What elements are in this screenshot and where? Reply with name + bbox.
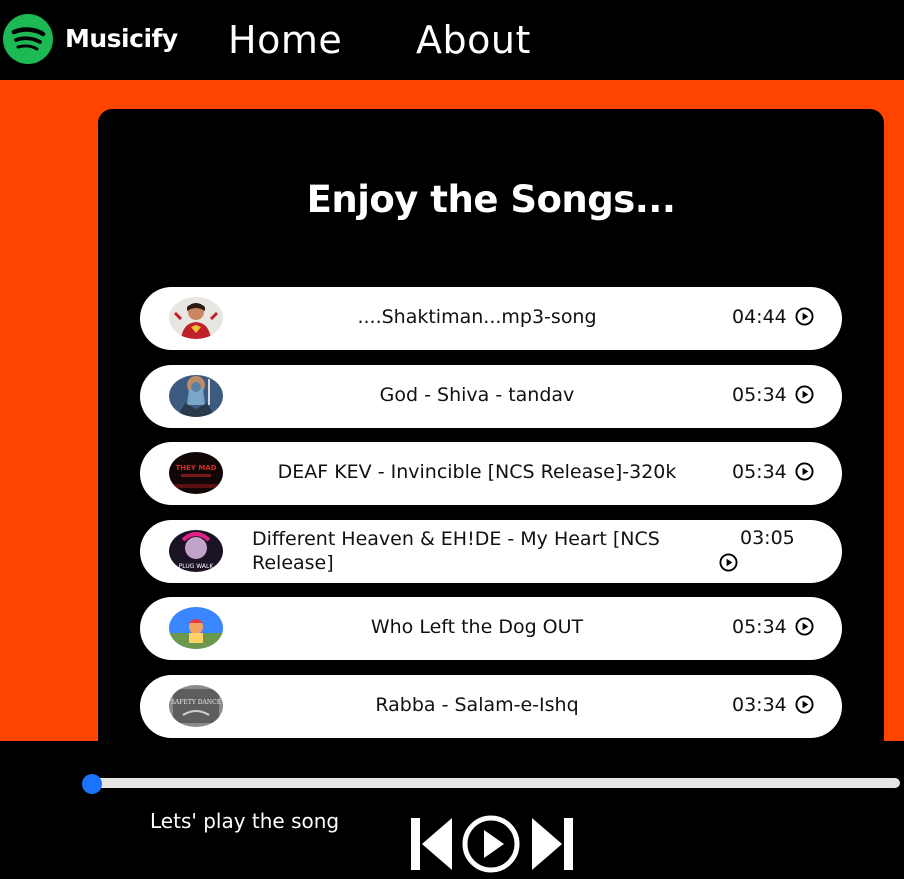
- song-cover-image: [169, 607, 223, 649]
- song-title: Rabba - Salam-e-Ishq: [375, 694, 579, 716]
- progress-bar[interactable]: [84, 778, 900, 788]
- song-duration: 05:34: [732, 616, 818, 638]
- next-icon[interactable]: [530, 815, 576, 873]
- playback-controls: [408, 815, 574, 873]
- song-title: ....Shaktiman...mp3-song: [357, 306, 597, 328]
- song-cover-image: THEY MAD: [169, 452, 223, 494]
- song-duration-text: 04:44: [732, 306, 787, 328]
- play-circle-icon[interactable]: [719, 553, 738, 572]
- song-duration: 03:05: [719, 527, 826, 572]
- play-circle-icon[interactable]: [795, 695, 814, 714]
- previous-icon[interactable]: [408, 815, 454, 873]
- song-duration: 04:44: [732, 306, 818, 328]
- song-title: Different Heaven & EH!DE - My Heart [NCS…: [252, 528, 660, 574]
- svg-text:PLUG WALK: PLUG WALK: [179, 563, 215, 570]
- page-heading-text: Enjoy the Songs...: [306, 178, 676, 221]
- song-cover-image: [169, 297, 223, 339]
- song-item[interactable]: God - Shiva - tandav 05:34: [140, 365, 842, 428]
- song-title: God - Shiva - tandav: [379, 384, 575, 406]
- song-duration: 03:34: [732, 694, 818, 716]
- song-cover-image: PLUG WALK: [169, 530, 223, 572]
- song-duration: 05:34: [732, 384, 818, 406]
- song-duration: 05:34: [732, 461, 818, 483]
- song-cover-image: [169, 375, 223, 417]
- song-title: Who Left the Dog OUT: [370, 616, 584, 638]
- now-playing-text: Lets' play the song: [150, 809, 340, 833]
- nav-home-link[interactable]: Home: [228, 18, 342, 62]
- spotify-logo-icon[interactable]: [3, 14, 53, 64]
- play-icon[interactable]: [462, 815, 520, 873]
- page-heading: Enjoy the Songs...: [98, 178, 884, 221]
- song-item[interactable]: ....Shaktiman...mp3-song 04:44: [140, 287, 842, 350]
- brand-name[interactable]: Musicify: [65, 24, 178, 53]
- play-circle-icon[interactable]: [795, 462, 814, 481]
- song-item[interactable]: SAFETY DANCE Rabba - Salam-e-Ishq 03:34: [140, 675, 842, 738]
- song-duration-text: 03:05: [740, 527, 795, 549]
- player-bar: Lets' play the song: [0, 741, 904, 879]
- top-navbar: Musicify Home About: [0, 0, 904, 80]
- progress-slider-thumb[interactable]: [82, 774, 102, 794]
- song-duration-text: 05:34: [732, 384, 787, 406]
- song-duration-text: 05:34: [732, 461, 787, 483]
- song-item[interactable]: Who Left the Dog OUT 05:34: [140, 597, 842, 660]
- song-title: DEAF KEV - Invincible [NCS Release]-320k: [277, 461, 677, 483]
- play-circle-icon[interactable]: [795, 617, 814, 636]
- play-circle-icon[interactable]: [795, 307, 814, 326]
- play-circle-icon[interactable]: [795, 385, 814, 404]
- song-cover-image: SAFETY DANCE: [169, 685, 223, 727]
- svg-text:SAFETY DANCE: SAFETY DANCE: [171, 699, 221, 706]
- svg-text:THEY MAD: THEY MAD: [175, 464, 216, 472]
- song-item[interactable]: PLUG WALK Different Heaven & EH!DE - My …: [140, 520, 842, 583]
- song-duration-text: 05:34: [732, 616, 787, 638]
- song-duration-text: 03:34: [732, 694, 787, 716]
- song-item[interactable]: THEY MAD DEAF KEV - Invincible [NCS Rele…: [140, 442, 842, 505]
- nav-about-link[interactable]: About: [416, 18, 531, 62]
